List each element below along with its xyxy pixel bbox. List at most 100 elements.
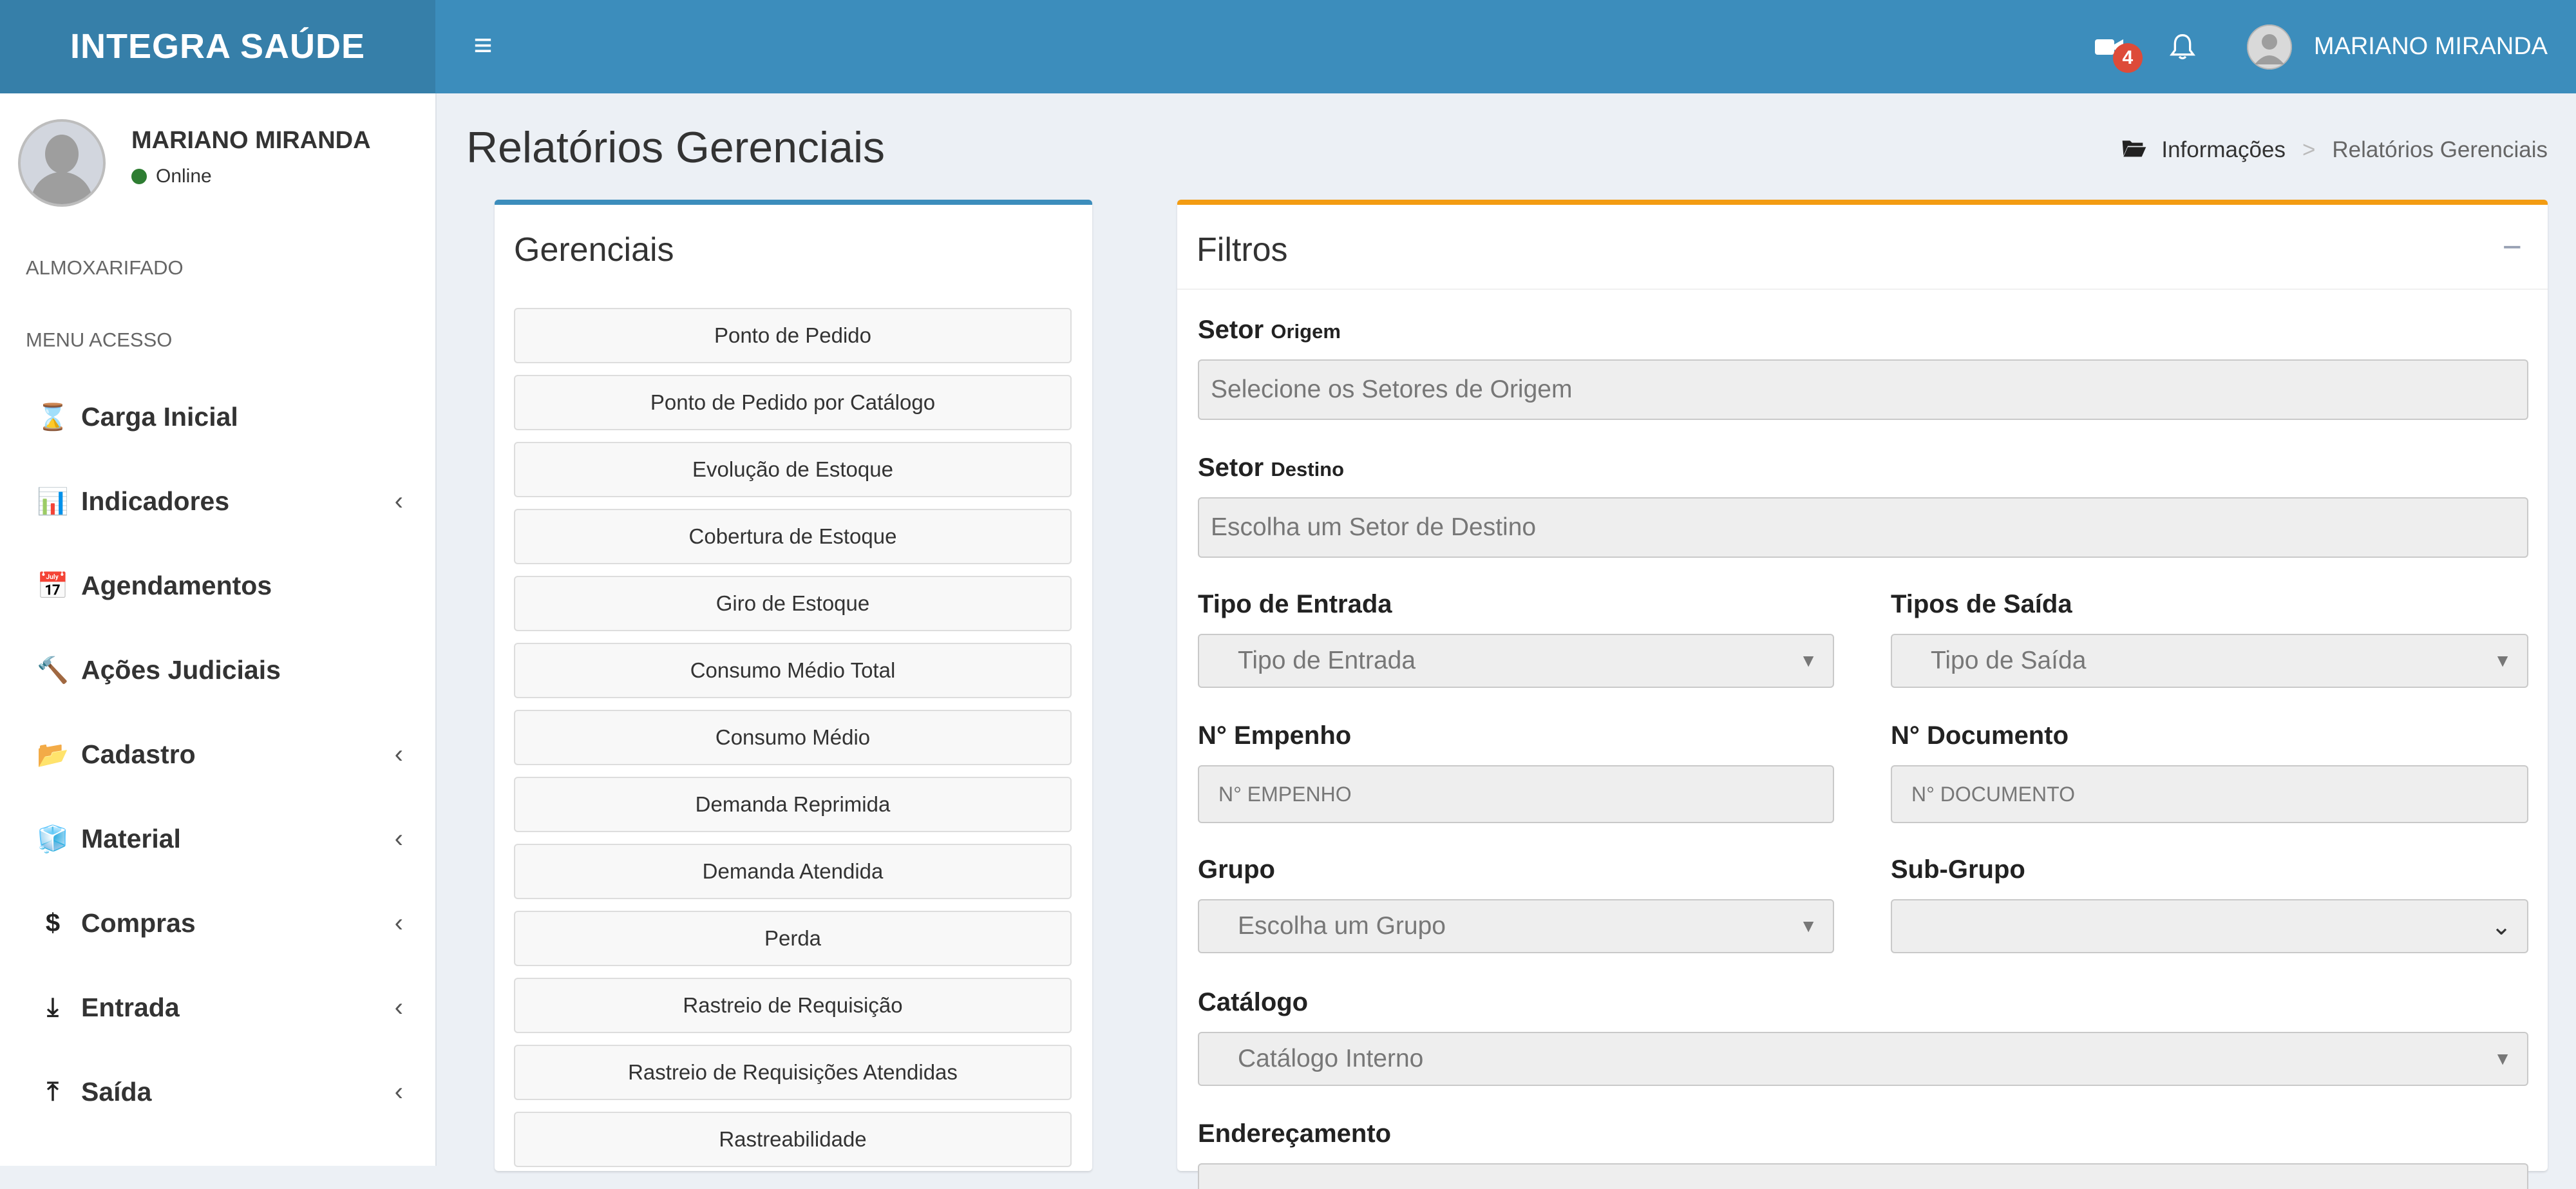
sidebar-toggle-icon[interactable]: ≡ bbox=[464, 26, 502, 64]
report-button-evolucao-de-estoque[interactable]: Evolução de Estoque bbox=[514, 442, 1072, 497]
upload-icon: ⤒ bbox=[47, 1077, 59, 1106]
bell-notifications-button[interactable] bbox=[2169, 28, 2195, 66]
setor-origem-label: Setor Origem bbox=[1198, 316, 1341, 344]
chevron-left-icon: ‹ bbox=[394, 824, 403, 853]
chevron-left-icon: ‹ bbox=[394, 993, 403, 1022]
setor-destino-select[interactable]: Escolha um Setor de Destino bbox=[1198, 497, 2528, 558]
sidebar-item-label: Cadastro bbox=[81, 739, 196, 769]
caret-down-icon: ▼ bbox=[1799, 651, 1817, 671]
user-avatar bbox=[18, 119, 106, 207]
tipo-entrada-label: Tipo de Entrada bbox=[1198, 590, 1392, 618]
sidebar-item-material[interactable]: 🧊 Material ‹ bbox=[0, 806, 435, 871]
breadcrumb-home-link[interactable]: Informações bbox=[2161, 137, 2286, 163]
sidebar-item-saida[interactable]: ⤒ Saída ‹ bbox=[0, 1060, 435, 1124]
grupo-value: Escolha um Grupo bbox=[1238, 912, 1446, 940]
user-panel: MARIANO MIRANDA Online bbox=[18, 119, 430, 209]
setor-origem-placeholder: Selecione os Setores de Origem bbox=[1211, 376, 1573, 403]
chevron-left-icon: ‹ bbox=[394, 908, 403, 937]
download-icon: ⤓ bbox=[47, 993, 59, 1022]
filtros-box: Filtros − Setor Origem Selecione os Seto… bbox=[1177, 200, 2548, 1189]
caret-down-icon: ▼ bbox=[2494, 1049, 2512, 1069]
bell-icon bbox=[2169, 33, 2195, 59]
box-header-divider bbox=[1177, 289, 2548, 290]
report-button-rastreabilidade[interactable]: Rastreabilidade bbox=[514, 1112, 1072, 1167]
sidebar-item-acoes-judiciais[interactable]: 🔨 Ações Judiciais bbox=[0, 638, 435, 702]
tipo-entrada-select[interactable]: Tipo de Entrada ▼ bbox=[1198, 634, 1834, 688]
online-status-icon bbox=[131, 169, 147, 184]
report-button-giro-de-estoque[interactable]: Giro de Estoque bbox=[514, 576, 1072, 631]
sidebar-item-label: Saída bbox=[81, 1076, 152, 1107]
setor-origem-multiselect[interactable]: Selecione os Setores de Origem bbox=[1198, 359, 2528, 420]
calendar-icon: 📅 bbox=[37, 571, 69, 600]
sidebar-header-almoxarifado: ALMOXARIFADO bbox=[26, 256, 184, 279]
enderecamento-input[interactable] bbox=[1198, 1163, 2528, 1189]
report-button-perda[interactable]: Perda bbox=[514, 911, 1072, 966]
hourglass-icon: ⌛ bbox=[37, 403, 69, 432]
sidebar-item-compras[interactable]: $ Compras ‹ bbox=[0, 891, 435, 955]
folder-open-icon: 📂 bbox=[37, 740, 69, 769]
collapse-minus-icon[interactable]: − bbox=[2503, 228, 2522, 267]
dollar-icon: $ bbox=[45, 908, 61, 937]
breadcrumb-separator: > bbox=[2302, 137, 2316, 162]
report-button-cobertura-de-estoque[interactable]: Cobertura de Estoque bbox=[514, 509, 1072, 564]
sidebar: MARIANO MIRANDA Online ALMOXARIFADO MENU… bbox=[0, 93, 437, 1166]
sub-grupo-label: Sub-Grupo bbox=[1891, 855, 2025, 884]
report-button-demanda-atendida[interactable]: Demanda Atendida bbox=[514, 844, 1072, 899]
sidebar-item-label: Indicadores bbox=[81, 486, 230, 516]
report-button-demanda-reprimida[interactable]: Demanda Reprimida bbox=[514, 777, 1072, 832]
page-title: Relatórios Gerenciais bbox=[466, 123, 886, 172]
setor-destino-label: Setor Destino bbox=[1198, 453, 1345, 482]
tipos-saida-value: Tipo de Saída bbox=[1931, 647, 2087, 674]
sidebar-item-carga-inicial[interactable]: ⌛ Carga Inicial bbox=[0, 385, 435, 449]
catalogo-value: Catálogo Interno bbox=[1238, 1045, 1424, 1072]
chevron-down-icon: ⌄ bbox=[2491, 913, 2512, 940]
report-button-ponto-de-pedido[interactable]: Ponto de Pedido bbox=[514, 308, 1072, 363]
documento-label: N° Documento bbox=[1891, 721, 2069, 750]
report-button-consumo-medio-total[interactable]: Consumo Médio Total bbox=[514, 643, 1072, 698]
documento-input[interactable]: N° DOCUMENTO bbox=[1891, 765, 2528, 823]
navbar-right: 4 MARIANO MIRANDA bbox=[2049, 0, 2548, 93]
user-menu-name: MARIANO MIRANDA bbox=[2313, 33, 2548, 60]
chevron-left-icon: ‹ bbox=[394, 1077, 403, 1106]
report-button-rastreio-de-requisicoes-atendidas[interactable]: Rastreio de Requisições Atendidas bbox=[514, 1045, 1072, 1100]
filtros-title: Filtros bbox=[1197, 231, 1288, 269]
sidebar-item-entrada[interactable]: ⤓ Entrada ‹ bbox=[0, 975, 435, 1040]
caret-down-icon: ▼ bbox=[1799, 916, 1817, 936]
brand-logo[interactable]: INTEGRA SAÚDE bbox=[0, 0, 435, 93]
sub-grupo-select[interactable]: ⌄ bbox=[1891, 899, 2528, 953]
sidebar-item-cadastro[interactable]: 📂 Cadastro ‹ bbox=[0, 722, 435, 786]
catalogo-select[interactable]: Catálogo Interno ▼ bbox=[1198, 1032, 2528, 1086]
sidebar-item-agendamentos[interactable]: 📅 Agendamentos bbox=[0, 553, 435, 618]
folder-open-icon bbox=[2121, 137, 2147, 164]
tipos-saida-select[interactable]: Tipo de Saída ▼ bbox=[1891, 634, 2528, 688]
user-status-text: Online bbox=[156, 166, 212, 187]
video-notifications-button[interactable]: 4 bbox=[2094, 28, 2143, 73]
sidebar-item-indicadores[interactable]: 📊 Indicadores ‹ bbox=[0, 469, 435, 533]
report-button-ponto-de-pedido-por-catalogo[interactable]: Ponto de Pedido por Catálogo bbox=[514, 375, 1072, 430]
user-menu[interactable]: MARIANO MIRANDA bbox=[2246, 24, 2548, 70]
empenho-input[interactable]: N° EMPENHO bbox=[1198, 765, 1834, 823]
grupo-select[interactable]: Escolha um Grupo ▼ bbox=[1198, 899, 1834, 953]
top-navbar: INTEGRA SAÚDE ≡ 4 MARIANO MIRANDA bbox=[0, 0, 2576, 93]
caret-down-icon: ▼ bbox=[2494, 651, 2512, 671]
setor-destino-placeholder: Escolha um Setor de Destino bbox=[1211, 513, 1537, 541]
video-badge: 4 bbox=[2112, 43, 2143, 73]
catalogo-label: Catálogo bbox=[1198, 988, 1309, 1016]
report-button-consumo-medio[interactable]: Consumo Médio bbox=[514, 710, 1072, 765]
gavel-icon: 🔨 bbox=[37, 656, 69, 685]
grupo-label: Grupo bbox=[1198, 855, 1275, 884]
breadcrumb-current: Relatórios Gerenciais bbox=[2332, 137, 2548, 162]
user-panel-name: MARIANO MIRANDA bbox=[131, 127, 371, 154]
enderecamento-label: Endereçamento bbox=[1198, 1119, 1392, 1148]
gerenciais-title: Gerenciais bbox=[514, 231, 674, 269]
empenho-placeholder: N° EMPENHO bbox=[1218, 782, 1352, 806]
chevron-left-icon: ‹ bbox=[394, 486, 403, 515]
sidebar-item-label: Ações Judiciais bbox=[81, 654, 281, 685]
cubes-icon: 🧊 bbox=[37, 824, 69, 853]
bar-chart-icon: 📊 bbox=[37, 487, 69, 516]
user-status[interactable]: Online bbox=[131, 166, 212, 187]
breadcrumb: Informações > Relatórios Gerenciais bbox=[2121, 137, 2548, 164]
chevron-left-icon: ‹ bbox=[394, 739, 403, 768]
report-button-rastreio-de-requisicao[interactable]: Rastreio de Requisição bbox=[514, 978, 1072, 1033]
gerenciais-box: Gerenciais Ponto de Pedido Ponto de Pedi… bbox=[495, 200, 1092, 1171]
